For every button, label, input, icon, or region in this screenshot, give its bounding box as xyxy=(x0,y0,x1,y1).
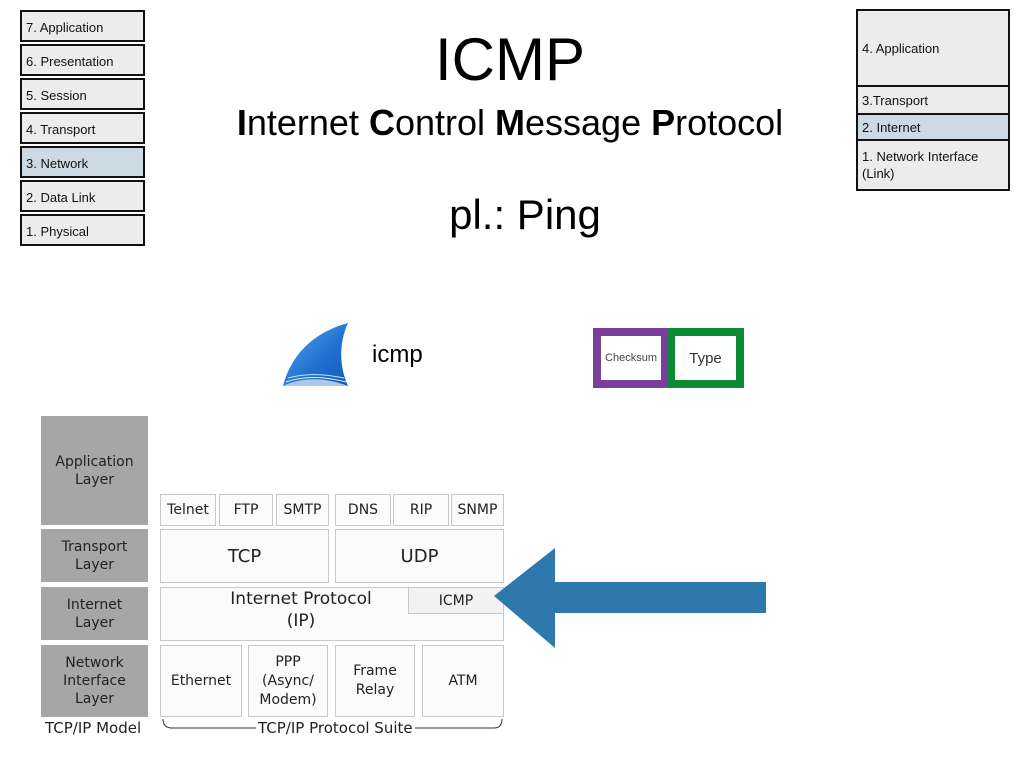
subtitle-part: P xyxy=(651,102,676,143)
tcpip-layer-internet: 2. Internet xyxy=(856,113,1010,141)
protocol-dns: DNS xyxy=(335,494,391,526)
osi-layer-application: 7. Application xyxy=(20,10,145,42)
subtitle-part: nternet xyxy=(246,102,369,143)
protocol-telnet: Telnet xyxy=(160,494,216,526)
model-caption: TCP/IP Model xyxy=(45,719,142,737)
protocol-ftp: FTP xyxy=(219,494,273,526)
protocol-udp: UDP xyxy=(335,529,504,583)
arrow-pointing-to-icmp xyxy=(494,548,766,648)
wireshark-filter-text: icmp xyxy=(372,341,423,368)
subtitle-part: M xyxy=(495,102,525,143)
model-layer-internet: Internet Layer xyxy=(41,587,148,640)
page-subtitle: Internet Control Message Protocol xyxy=(180,101,840,145)
protocol-tcp: TCP xyxy=(160,529,329,583)
page-title: ICMP xyxy=(435,26,585,93)
protocol-rip: RIP xyxy=(393,494,449,526)
model-layer-network-interface: Network Interface Layer xyxy=(41,645,148,717)
subtitle-part: ontrol xyxy=(394,102,495,143)
type-field: Type xyxy=(667,328,744,388)
ip-label-line1: Internet Protocol xyxy=(230,589,372,609)
protocol-smtp: SMTP xyxy=(276,494,329,526)
osi-layer-session: 5. Session xyxy=(20,78,145,110)
suite-caption: TCP/IP Protocol Suite xyxy=(256,719,415,737)
osi-layer-presentation: 6. Presentation xyxy=(20,44,145,76)
ip-label-line2: (IP) xyxy=(286,611,316,631)
model-layer-application: Application Layer xyxy=(41,416,148,525)
subtitle-part: essage xyxy=(525,102,652,143)
subtitle-part: C xyxy=(368,102,395,143)
tcpip-layer-transport: 3.Transport xyxy=(856,85,1010,115)
protocol-ethernet: Ethernet xyxy=(160,645,242,717)
subtitle-part: rotocol xyxy=(675,102,784,143)
protocol-atm: ATM xyxy=(422,645,504,717)
model-layer-transport: Transport Layer xyxy=(41,529,148,582)
tcpip-layer-application: 4. Application xyxy=(856,9,1010,87)
checksum-field: Checksum xyxy=(593,328,669,388)
osi-layer-physical: 1. Physical xyxy=(20,214,145,246)
tcpip-layer-network-interface: 1. Network Interface (Link) xyxy=(856,139,1010,191)
wireshark-fin-icon xyxy=(283,323,348,386)
protocol-snmp: SNMP xyxy=(451,494,504,526)
protocol-icmp: ICMP xyxy=(408,587,504,614)
osi-layer-transport: 4. Transport xyxy=(20,112,145,144)
protocol-frame-relay: Frame Relay xyxy=(335,645,415,717)
protocol-ppp: PPP (Async/ Modem) xyxy=(248,645,328,717)
subtitle-part: I xyxy=(236,102,247,143)
example-text: pl.: Ping xyxy=(449,191,601,238)
osi-layer-network: 3. Network xyxy=(20,146,145,178)
osi-layer-data-link: 2. Data Link xyxy=(20,180,145,212)
